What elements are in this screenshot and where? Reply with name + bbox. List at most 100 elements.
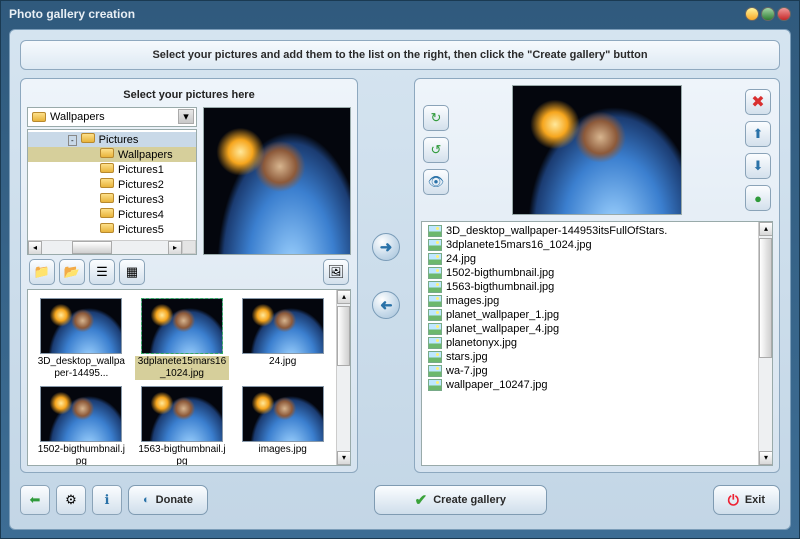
file-list[interactable]: 3D_desktop_wallpaper-144953itsFullOfStar… — [421, 221, 773, 466]
exit-label: Exit — [745, 494, 765, 506]
list-item: wallpaper_10247.jpg — [424, 378, 756, 392]
image-file-icon — [428, 253, 442, 265]
create-gallery-button[interactable]: ✔ Create gallery — [374, 485, 547, 515]
home-button[interactable]: ⬅ — [20, 485, 50, 515]
view-list-button[interactable]: ☰ — [89, 259, 115, 285]
dot-icon: ● — [754, 191, 762, 206]
list-item: wa-7.jpg — [424, 364, 756, 378]
transfer-controls: ➜ ➜ — [364, 78, 408, 473]
delete-button[interactable]: ✖ — [745, 89, 771, 115]
footer: ⬅ ⚙ ℹ ◐ Donate ✔ Create gallery ⏻ Exit — [20, 481, 780, 519]
list-item: 1563-bigthumbnail.jpg — [424, 280, 756, 294]
arrow-down-icon: ⬇ — [753, 158, 764, 174]
thumbnail-item[interactable]: 3dplanete15mars16_1024.jpg — [133, 294, 232, 380]
list-item: 1502-bigthumbnail.jpg — [424, 266, 756, 280]
image-file-icon — [428, 295, 442, 307]
add-to-list-button[interactable]: ➜ — [372, 233, 400, 261]
folder-dropdown[interactable]: Wallpapers — [27, 107, 197, 127]
thumbnail-item[interactable]: 24.jpg — [233, 294, 332, 380]
list-item: planetonyx.jpg — [424, 336, 756, 350]
folder-dropdown-value: Wallpapers — [50, 111, 105, 123]
rotate-ccw-button[interactable]: ↺ — [423, 137, 449, 163]
tree-scrollbar[interactable]: ◂▸ — [28, 240, 182, 254]
image-file-icon — [428, 267, 442, 279]
power-icon: ⏻ — [728, 492, 739, 509]
image-file-icon — [428, 309, 442, 321]
image-file-icon — [428, 323, 442, 335]
list-item: planet_wallpaper_1.jpg — [424, 308, 756, 322]
view-thumb-button[interactable]: ▦ — [119, 259, 145, 285]
image-file-icon — [428, 225, 442, 237]
rotate-ccw-icon: ↺ — [431, 142, 442, 158]
list-item: images.jpg — [424, 294, 756, 308]
thumbnail-item[interactable]: 1502-bigthumbnail.jpg — [32, 382, 131, 466]
remove-from-list-button[interactable]: ➜ — [372, 291, 400, 319]
right-preview — [512, 85, 682, 215]
close-button[interactable] — [777, 7, 791, 21]
arrow-left-icon: ➜ — [380, 296, 393, 314]
eye-icon: 👁 — [428, 174, 445, 190]
tree-inner: -Pictures Wallpapers Pictures1 Pictures2… — [28, 130, 196, 239]
folder-plus-icon: 📂 — [64, 264, 80, 280]
image-file-icon — [428, 351, 442, 363]
picture-icon: 🖼 — [328, 264, 345, 280]
create-gallery-label: Create gallery — [433, 494, 506, 506]
left-toolbar: 📁 📂 ☰ ▦ 🖼 — [27, 259, 351, 285]
view-image-button[interactable]: 👁 — [423, 169, 449, 195]
list-item: 3dplanete15mars16_1024.jpg — [424, 238, 756, 252]
maximize-button[interactable] — [761, 7, 775, 21]
check-icon: ✔ — [415, 491, 428, 509]
image-file-icon — [428, 379, 442, 391]
instruction-banner: Select your pictures and add them to the… — [20, 40, 780, 70]
donate-label: Donate — [156, 494, 193, 506]
confirm-button[interactable]: ● — [745, 185, 771, 211]
client-area: Select your pictures and add them to the… — [9, 29, 791, 530]
right-panel: ↻ ↺ 👁 ✖ ⬆ ⬇ ● — [414, 78, 780, 473]
thumbnail-grid[interactable]: 3D_desktop_wallpaper-14495... 3dplanete1… — [27, 289, 351, 466]
donate-icon: ◐ — [143, 494, 150, 506]
move-up-button[interactable]: ⬆ — [745, 121, 771, 147]
image-file-icon — [428, 239, 442, 251]
folder-up-icon: 📁 — [34, 264, 50, 280]
thumbnail-item[interactable]: 1563-bigthumbnail.jpg — [133, 382, 232, 466]
folder-tree[interactable]: -Pictures Wallpapers Pictures1 Pictures2… — [27, 129, 197, 255]
thumbnail-item[interactable]: 3D_desktop_wallpaper-14495... — [32, 294, 131, 380]
list-item: 24.jpg — [424, 252, 756, 266]
list-item: 3D_desktop_wallpaper-144953itsFullOfStar… — [424, 224, 756, 238]
left-panel-title: Select your pictures here — [27, 85, 351, 107]
minimize-button[interactable] — [745, 7, 759, 21]
right-top-row: ↻ ↺ 👁 ✖ ⬆ ⬇ ● — [421, 85, 773, 215]
right-preview-image — [513, 86, 681, 214]
left-preview — [203, 107, 351, 255]
parent-folder-button[interactable]: 📁 — [29, 259, 55, 285]
image-info-button[interactable]: 🖼 — [323, 259, 349, 285]
arrow-up-icon: ⬆ — [753, 126, 764, 142]
titlebar: Photo gallery creation — [1, 1, 799, 27]
rotate-cw-icon: ↻ — [431, 110, 442, 126]
window-controls — [745, 7, 791, 21]
grid-icon: ▦ — [126, 264, 138, 280]
rotate-cw-button[interactable]: ↻ — [423, 105, 449, 131]
image-file-icon — [428, 337, 442, 349]
delete-icon: ✖ — [751, 92, 764, 112]
add-folder-button[interactable]: 📂 — [59, 259, 85, 285]
home-icon: ⬅ — [30, 492, 41, 508]
info-button[interactable]: ℹ — [92, 485, 122, 515]
move-down-button[interactable]: ⬇ — [745, 153, 771, 179]
main-area: Select your pictures here Wallpapers -Pi… — [20, 78, 780, 473]
list-icon: ☰ — [96, 264, 108, 280]
thumbnail-item[interactable]: images.jpg — [233, 382, 332, 466]
thumb-scrollbar[interactable]: ▴▾ — [336, 290, 350, 465]
preview-image — [204, 108, 350, 254]
app-window: Photo gallery creation Select your pictu… — [0, 0, 800, 539]
window-title: Photo gallery creation — [9, 7, 135, 21]
gear-icon: ⚙ — [65, 492, 77, 508]
right-left-buttons: ↻ ↺ 👁 — [421, 85, 451, 215]
left-top-row: Wallpapers -Pictures Wallpapers Pictures… — [27, 107, 351, 255]
folder-icon — [32, 112, 46, 122]
exit-button[interactable]: ⏻ Exit — [713, 485, 780, 515]
donate-button[interactable]: ◐ Donate — [128, 485, 208, 515]
list-scrollbar[interactable]: ▴▾ — [758, 222, 772, 465]
settings-button[interactable]: ⚙ — [56, 485, 86, 515]
list-item: stars.jpg — [424, 350, 756, 364]
